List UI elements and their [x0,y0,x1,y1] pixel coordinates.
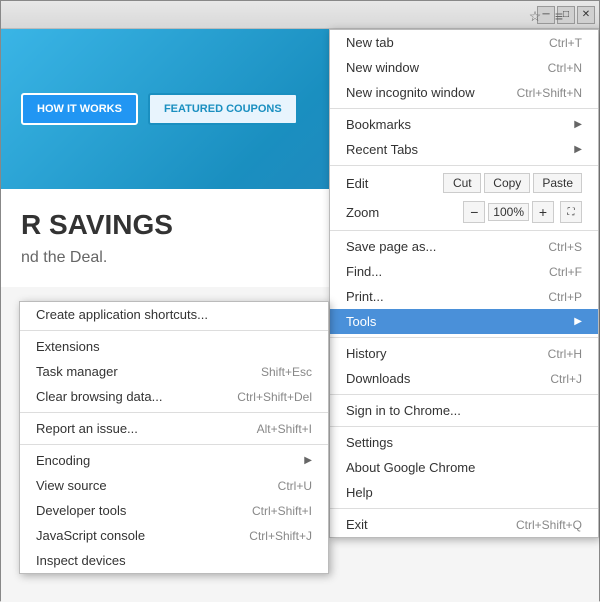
zoom-controls: − 100% + ⛶ [463,201,582,223]
menu-item-downloads[interactable]: Downloads Ctrl+J [330,366,598,391]
separator-1 [330,108,598,109]
menu-item-save-page[interactable]: Save page as... Ctrl+S [330,234,598,259]
menu-item-help[interactable]: Help [330,480,598,505]
chrome-main-menu: New tab Ctrl+T New window Ctrl+N New inc… [329,29,599,538]
menu-item-exit[interactable]: Exit Ctrl+Shift+Q [330,512,598,537]
menu-item-new-tab[interactable]: New tab Ctrl+T [330,30,598,55]
tools-item-dev-tools[interactable]: Developer tools Ctrl+Shift+I [20,498,328,523]
browser-window: ☆ ≡ ─ □ ✕ HOW IT WORKS FEATURED COUPONS … [0,0,600,601]
tools-separator-1 [20,330,328,331]
fullscreen-button[interactable]: ⛶ [560,201,582,223]
tools-item-report-issue[interactable]: Report an issue... Alt+Shift+I [20,416,328,441]
separator-6 [330,426,598,427]
zoom-value: 100% [488,203,529,221]
tools-item-inspect-devices[interactable]: Inspect devices [20,548,328,573]
title-bar: ☆ ≡ ─ □ ✕ [1,1,599,29]
menu-item-recent-tabs[interactable]: Recent Tabs ▶ [330,137,598,162]
edit-row: Edit Cut Copy Paste [330,169,598,197]
zoom-in-button[interactable]: + [532,201,554,223]
tools-item-extensions[interactable]: Extensions [20,334,328,359]
menu-item-print[interactable]: Print... Ctrl+P [330,284,598,309]
zoom-row: Zoom − 100% + ⛶ [330,197,598,227]
copy-button[interactable]: Copy [484,173,530,193]
paste-button[interactable]: Paste [533,173,582,193]
tools-item-create-shortcuts[interactable]: Create application shortcuts... [20,302,328,327]
menu-item-signin[interactable]: Sign in to Chrome... [330,398,598,423]
menu-item-new-window[interactable]: New window Ctrl+N [330,55,598,80]
cut-button[interactable]: Cut [443,173,481,193]
tools-item-clear-browsing[interactable]: Clear browsing data... Ctrl+Shift+Del [20,384,328,409]
zoom-label: Zoom [346,205,463,220]
separator-4 [330,337,598,338]
separator-2 [330,165,598,166]
tools-separator-3 [20,444,328,445]
zoom-out-button[interactable]: − [463,201,485,223]
how-it-works-button[interactable]: HOW IT WORKS [21,93,138,125]
chrome-menu-icon[interactable]: ≡ [549,6,569,26]
close-button[interactable]: ✕ [577,6,595,24]
menu-item-new-incognito[interactable]: New incognito window Ctrl+Shift+N [330,80,598,105]
separator-5 [330,394,598,395]
menu-item-about[interactable]: About Google Chrome [330,455,598,480]
menu-item-find[interactable]: Find... Ctrl+F [330,259,598,284]
separator-7 [330,508,598,509]
featured-coupons-button[interactable]: FEATURED COUPONS [148,93,298,125]
tools-item-task-manager[interactable]: Task manager Shift+Esc [20,359,328,384]
tools-item-view-source[interactable]: View source Ctrl+U [20,473,328,498]
separator-3 [330,230,598,231]
menu-item-tools[interactable]: Tools ▶ [330,309,598,334]
bookmark-icon[interactable]: ☆ [525,6,545,26]
edit-label: Edit [346,176,440,191]
menu-item-history[interactable]: History Ctrl+H [330,341,598,366]
tools-submenu: Create application shortcuts... Extensio… [19,301,329,574]
menu-item-settings[interactable]: Settings [330,430,598,455]
tools-separator-2 [20,412,328,413]
tools-item-js-console[interactable]: JavaScript console Ctrl+Shift+J [20,523,328,548]
tools-item-encoding[interactable]: Encoding ▶ [20,448,328,473]
menu-item-bookmarks[interactable]: Bookmarks ▶ [330,112,598,137]
